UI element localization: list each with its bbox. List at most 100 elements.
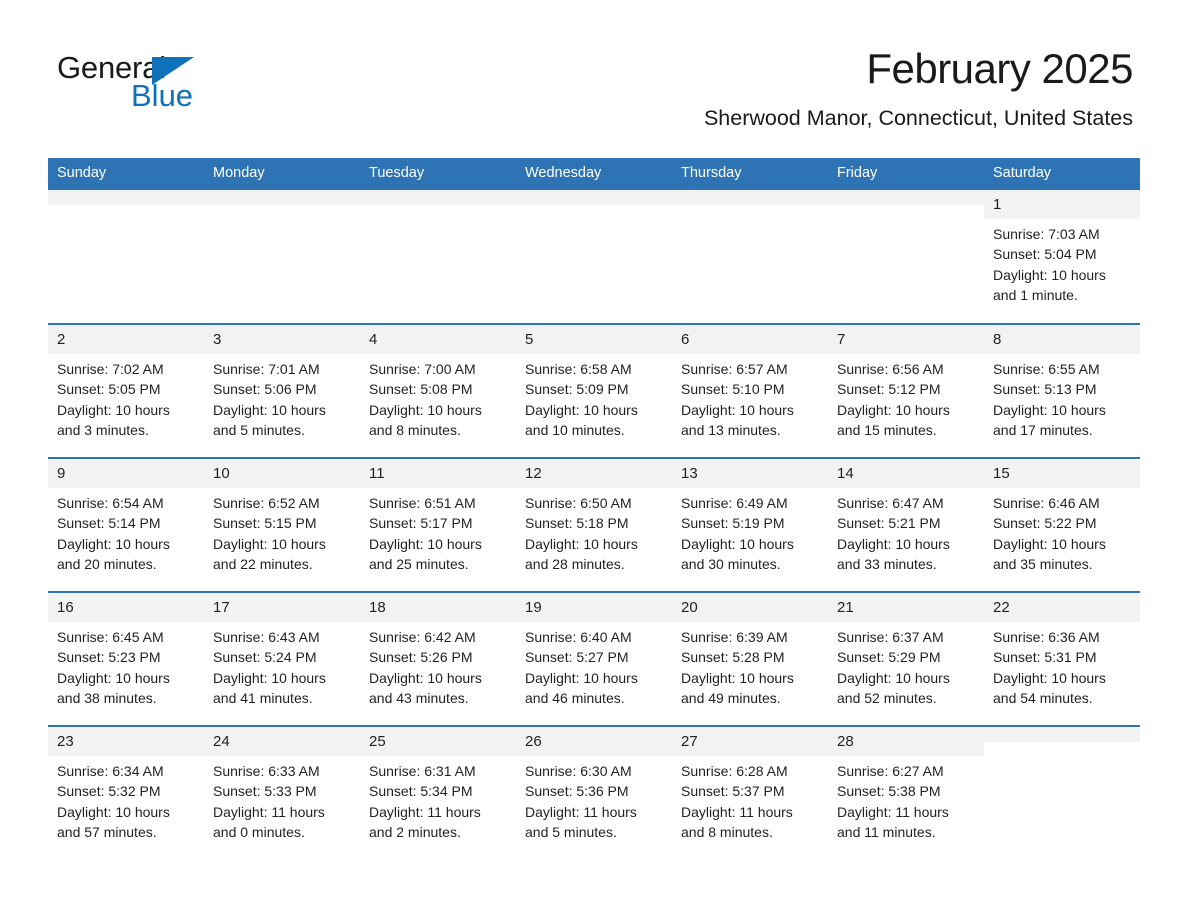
sunset-text: Sunset: 5:31 PM xyxy=(993,649,1097,666)
calendar-day-cell[interactable]: 6 Sunrise: 6:57 AM Sunset: 5:10 PM Daylight… xyxy=(672,322,828,458)
sunrise-text: Sunrise: 6:30 AM xyxy=(525,762,632,779)
day-details: Sunrise: 6:46 AM Sunset: 5:22 PM Daylight:… xyxy=(984,488,1140,574)
day-number xyxy=(672,189,828,205)
weekday-header-friday: Friday xyxy=(828,158,984,190)
calendar-day-cell-empty xyxy=(828,189,984,324)
day-number: 26 xyxy=(516,726,672,756)
calendar-day-cell[interactable]: 5 Sunrise: 6:58 AM Sunset: 5:09 PM Daylight… xyxy=(516,322,672,458)
day-details: Sunrise: 6:40 AM Sunset: 5:27 PM Daylight:… xyxy=(516,622,672,708)
calendar-day-cell[interactable]: 25 Sunrise: 6:31 AM Sunset: 5:34 PM Dayligh… xyxy=(360,724,516,860)
day-details: Sunrise: 6:30 AM Sunset: 5:36 PM Daylight:… xyxy=(516,756,672,842)
calendar-day-cell[interactable]: 17 Sunrise: 6:43 AM Sunset: 5:24 PM Dayligh… xyxy=(204,590,360,726)
day-details: Sunrise: 6:56 AM Sunset: 5:12 PM Daylight:… xyxy=(828,354,984,440)
sunrise-text: Sunrise: 6:50 AM xyxy=(525,494,632,511)
page-subtitle: Sherwood Manor, Connecticut, United Stat… xyxy=(703,106,1133,130)
sunset-text: Sunset: 5:17 PM xyxy=(369,515,473,532)
daylight-text: Daylight: 10 hours and 28 minutes. xyxy=(525,535,638,572)
day-number: 10 xyxy=(204,458,360,488)
daylight-text: Daylight: 10 hours and 22 minutes. xyxy=(213,535,326,572)
daylight-text: Daylight: 10 hours and 8 minutes. xyxy=(369,401,482,438)
daylight-text: Daylight: 10 hours and 30 minutes. xyxy=(681,535,794,572)
calendar-day-cell[interactable]: 19 Sunrise: 6:40 AM Sunset: 5:27 PM Dayligh… xyxy=(516,590,672,726)
day-details: Sunrise: 6:54 AM Sunset: 5:14 PM Daylight:… xyxy=(48,488,204,574)
day-number: 14 xyxy=(828,458,984,488)
page-header: General Blue February 2025 Sherwood Mano… xyxy=(0,0,1188,129)
calendar-day-cell[interactable]: 20 Sunrise: 6:39 AM Sunset: 5:28 PM Dayligh… xyxy=(672,590,828,726)
calendar-day-cell[interactable]: 15 Sunrise: 6:46 AM Sunset: 5:22 PM Dayligh… xyxy=(984,456,1140,592)
calendar-week-row: 23 Sunrise: 6:34 AM Sunset: 5:32 PM Dayligh… xyxy=(48,724,1140,860)
calendar-day-cell-empty xyxy=(672,189,828,324)
day-details: Sunrise: 6:27 AM Sunset: 5:38 PM Daylight:… xyxy=(828,756,984,842)
calendar-day-cell[interactable]: 28 Sunrise: 6:27 AM Sunset: 5:38 PM Dayligh… xyxy=(828,724,984,860)
calendar-day-cell[interactable]: 24 Sunrise: 6:33 AM Sunset: 5:33 PM Dayligh… xyxy=(204,724,360,860)
sunset-text: Sunset: 5:28 PM xyxy=(681,649,785,666)
sunrise-text: Sunrise: 6:58 AM xyxy=(525,360,632,377)
calendar-day-cell[interactable]: 26 Sunrise: 6:30 AM Sunset: 5:36 PM Dayligh… xyxy=(516,724,672,860)
day-number: 28 xyxy=(828,726,984,756)
daylight-text: Daylight: 10 hours and 57 minutes. xyxy=(57,803,170,840)
sunset-text: Sunset: 5:32 PM xyxy=(57,783,161,800)
calendar-day-cell[interactable]: 22 Sunrise: 6:36 AM Sunset: 5:31 PM Dayligh… xyxy=(984,590,1140,726)
sunset-text: Sunset: 5:22 PM xyxy=(993,515,1097,532)
calendar-day-cell[interactable]: 16 Sunrise: 6:45 AM Sunset: 5:23 PM Dayligh… xyxy=(48,590,204,726)
daylight-text: Daylight: 10 hours and 20 minutes. xyxy=(57,535,170,572)
daylight-text: Daylight: 10 hours and 15 minutes. xyxy=(837,401,950,438)
day-details: Sunrise: 6:49 AM Sunset: 5:19 PM Daylight:… xyxy=(672,488,828,574)
calendar-day-cell[interactable]: 12 Sunrise: 6:50 AM Sunset: 5:18 PM Dayligh… xyxy=(516,456,672,592)
sunset-text: Sunset: 5:09 PM xyxy=(525,381,629,398)
sunrise-text: Sunrise: 7:02 AM xyxy=(57,360,164,377)
sunrise-text: Sunrise: 6:57 AM xyxy=(681,360,788,377)
day-details: Sunrise: 6:33 AM Sunset: 5:33 PM Daylight:… xyxy=(204,756,360,842)
calendar-day-cell[interactable]: 1 Sunrise: 7:03 AM Sunset: 5:04 PM Daylight… xyxy=(984,189,1140,324)
daylight-text: Daylight: 10 hours and 46 minutes. xyxy=(525,669,638,706)
sunrise-text: Sunrise: 6:56 AM xyxy=(837,360,944,377)
day-number: 7 xyxy=(828,324,984,354)
day-number: 8 xyxy=(984,324,1140,354)
general-blue-logo: General Blue xyxy=(57,52,317,114)
calendar-day-cell[interactable]: 8 Sunrise: 6:55 AM Sunset: 5:13 PM Daylight… xyxy=(984,322,1140,458)
daylight-text: Daylight: 11 hours and 2 minutes. xyxy=(369,803,481,840)
calendar-day-cell[interactable]: 7 Sunrise: 6:56 AM Sunset: 5:12 PM Daylight… xyxy=(828,322,984,458)
sunrise-text: Sunrise: 6:43 AM xyxy=(213,628,320,645)
sunset-text: Sunset: 5:10 PM xyxy=(681,381,785,398)
sunrise-text: Sunrise: 7:03 AM xyxy=(993,225,1100,242)
day-details: Sunrise: 6:37 AM Sunset: 5:29 PM Daylight:… xyxy=(828,622,984,708)
calendar-day-cell[interactable]: 18 Sunrise: 6:42 AM Sunset: 5:26 PM Dayligh… xyxy=(360,590,516,726)
calendar-day-cell[interactable]: 4 Sunrise: 7:00 AM Sunset: 5:08 PM Daylight… xyxy=(360,322,516,458)
day-details: Sunrise: 7:01 AM Sunset: 5:06 PM Daylight:… xyxy=(204,354,360,440)
calendar-day-cell[interactable]: 11 Sunrise: 6:51 AM Sunset: 5:17 PM Dayligh… xyxy=(360,456,516,592)
sunrise-text: Sunrise: 6:46 AM xyxy=(993,494,1100,511)
day-number: 5 xyxy=(516,324,672,354)
day-number: 6 xyxy=(672,324,828,354)
calendar-body: 1 Sunrise: 7:03 AM Sunset: 5:04 PM Daylight… xyxy=(48,189,1140,860)
weekday-header-row: Sunday Monday Tuesday Wednesday Thursday… xyxy=(48,158,1140,190)
daylight-text: Daylight: 10 hours and 17 minutes. xyxy=(993,401,1106,438)
day-number: 21 xyxy=(828,592,984,622)
calendar-day-cell[interactable]: 21 Sunrise: 6:37 AM Sunset: 5:29 PM Dayligh… xyxy=(828,590,984,726)
day-details: Sunrise: 6:28 AM Sunset: 5:37 PM Daylight:… xyxy=(672,756,828,842)
sunset-text: Sunset: 5:05 PM xyxy=(57,381,161,398)
calendar-week-row: 16 Sunrise: 6:45 AM Sunset: 5:23 PM Dayligh… xyxy=(48,590,1140,726)
calendar-day-cell[interactable]: 27 Sunrise: 6:28 AM Sunset: 5:37 PM Dayligh… xyxy=(672,724,828,860)
calendar-day-cell[interactable]: 9 Sunrise: 6:54 AM Sunset: 5:14 PM Daylight… xyxy=(48,456,204,592)
calendar-day-cell[interactable]: 2 Sunrise: 7:02 AM Sunset: 5:05 PM Daylight… xyxy=(48,322,204,458)
sunset-text: Sunset: 5:14 PM xyxy=(57,515,161,532)
sunset-text: Sunset: 5:38 PM xyxy=(837,783,941,800)
sunrise-text: Sunrise: 6:40 AM xyxy=(525,628,632,645)
calendar-day-cell[interactable]: 3 Sunrise: 7:01 AM Sunset: 5:06 PM Daylight… xyxy=(204,322,360,458)
sunset-text: Sunset: 5:27 PM xyxy=(525,649,629,666)
day-details: Sunrise: 7:03 AM Sunset: 5:04 PM Daylight:… xyxy=(984,219,1140,305)
sunset-text: Sunset: 5:19 PM xyxy=(681,515,785,532)
sunset-text: Sunset: 5:37 PM xyxy=(681,783,785,800)
sunrise-text: Sunrise: 6:55 AM xyxy=(993,360,1100,377)
sunrise-text: Sunrise: 6:39 AM xyxy=(681,628,788,645)
daylight-text: Daylight: 11 hours and 8 minutes. xyxy=(681,803,793,840)
calendar-day-cell[interactable]: 10 Sunrise: 6:52 AM Sunset: 5:15 PM Dayligh… xyxy=(204,456,360,592)
day-number: 11 xyxy=(360,458,516,488)
title-block: February 2025 Sherwood Manor, Connecticu… xyxy=(703,48,1134,130)
calendar-day-cell[interactable]: 14 Sunrise: 6:47 AM Sunset: 5:21 PM Dayligh… xyxy=(828,456,984,592)
calendar-day-cell[interactable]: 13 Sunrise: 6:49 AM Sunset: 5:19 PM Dayligh… xyxy=(672,456,828,592)
calendar-day-cell[interactable]: 23 Sunrise: 6:34 AM Sunset: 5:32 PM Dayligh… xyxy=(48,724,204,860)
day-number xyxy=(516,189,672,205)
day-number: 15 xyxy=(984,458,1140,488)
